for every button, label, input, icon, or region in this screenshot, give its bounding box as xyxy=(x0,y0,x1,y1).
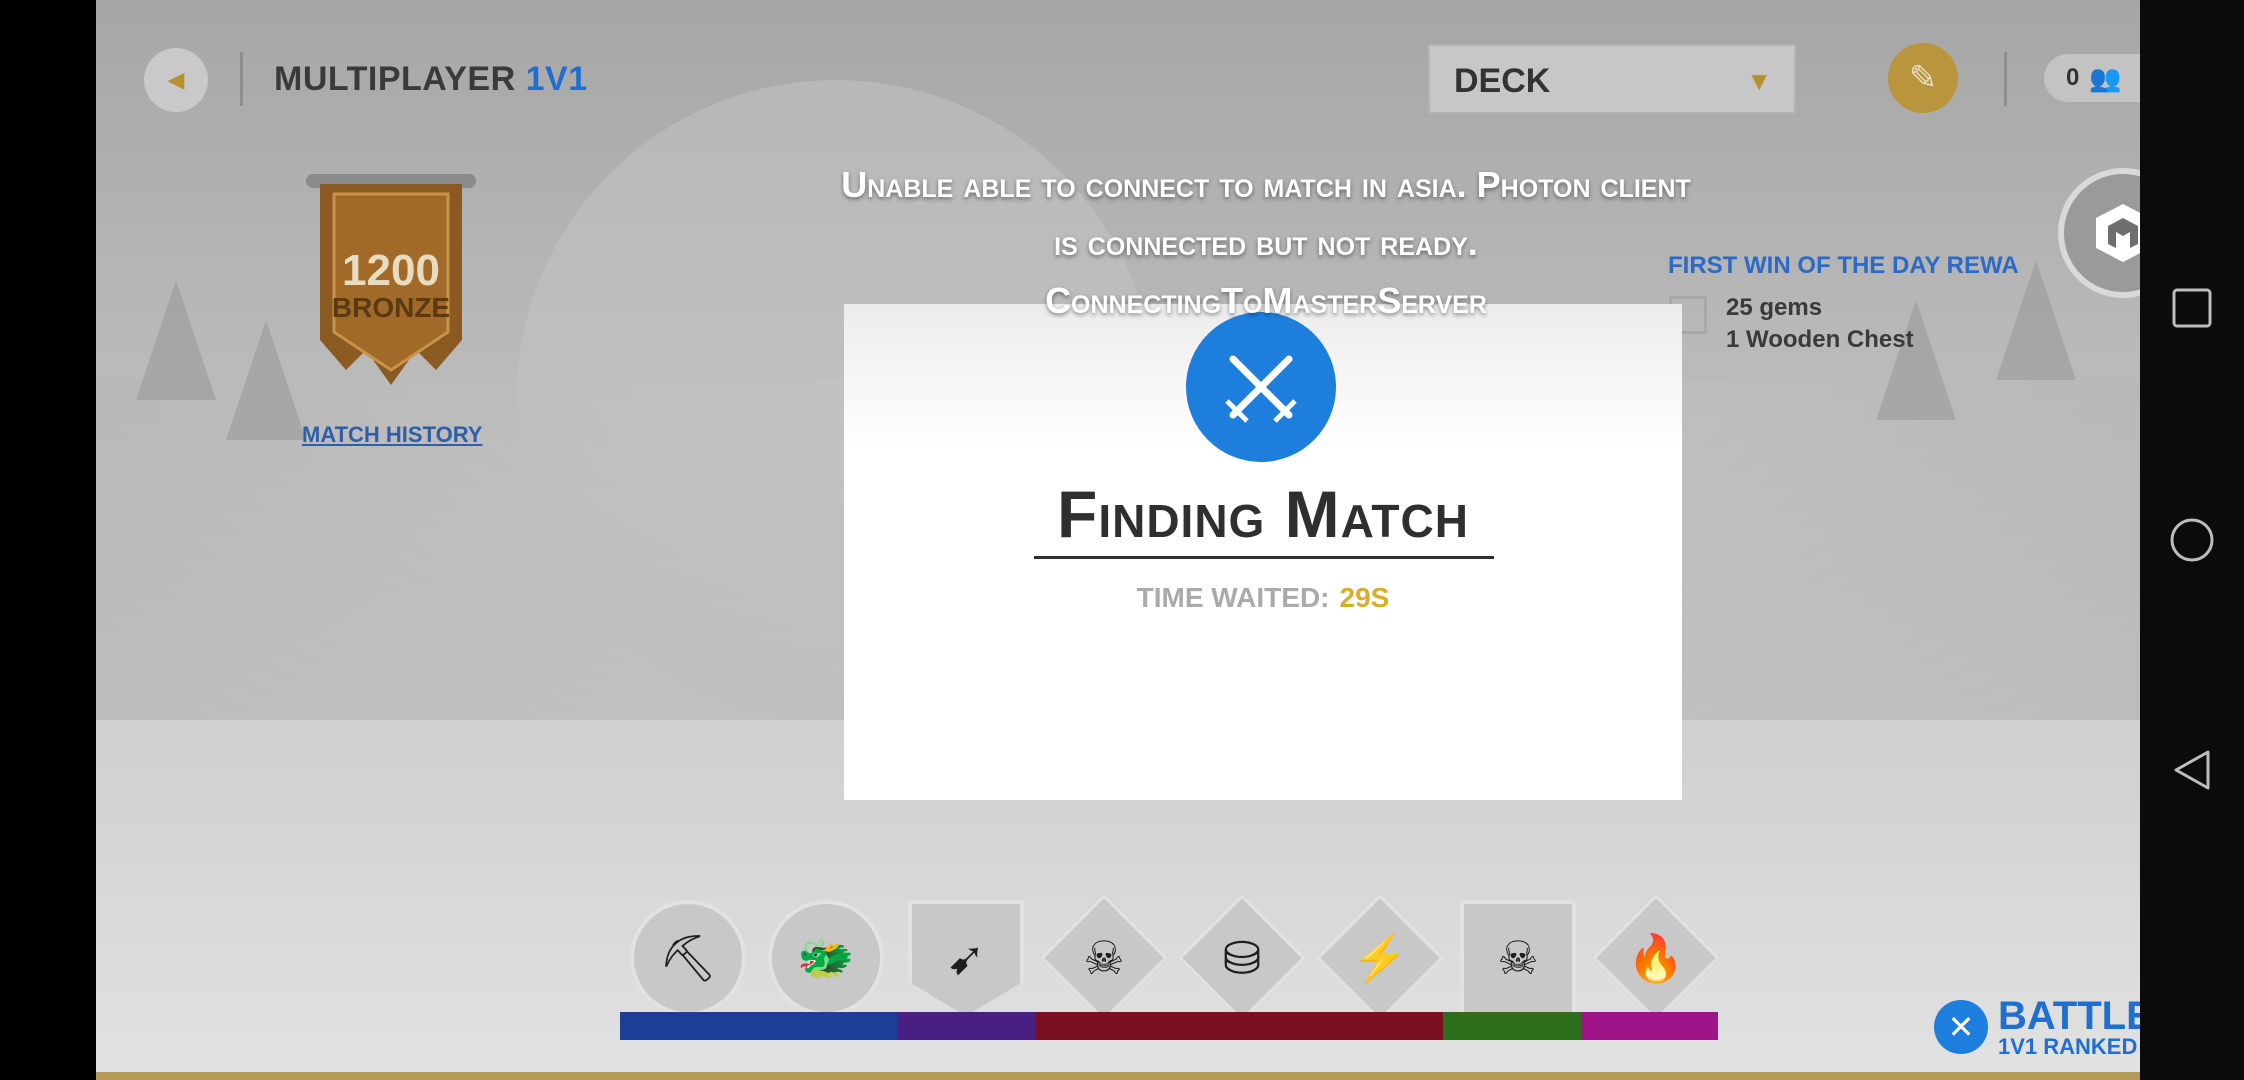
crossed-swords-badge xyxy=(1186,312,1336,462)
arrows-icon: ➹ xyxy=(946,932,986,984)
divider xyxy=(240,52,243,106)
home-icon[interactable] xyxy=(2168,516,2216,564)
card-lightning-arrow[interactable]: ⚡ xyxy=(1316,894,1444,1022)
elixir-segment xyxy=(1233,1012,1444,1040)
cube-logo-icon xyxy=(2096,204,2140,262)
card-fire-arrow[interactable]: 🔥 xyxy=(1592,894,1720,1022)
battle-sublabel: 1V1 RANKED xyxy=(1998,1034,2138,1059)
coins-icon: ⛁ xyxy=(1222,932,1262,984)
divider xyxy=(2004,52,2007,106)
friends-icon: 👥 xyxy=(2089,62,2122,93)
recents-icon[interactable] xyxy=(2168,284,2216,332)
mode-title-text: MULTIPLAYER xyxy=(274,60,516,98)
poison-bottle-icon: ☠ xyxy=(1497,932,1539,984)
friends-button[interactable]: 0 👥 xyxy=(2044,54,2140,102)
elixir-bar xyxy=(620,1012,1718,1040)
bottom-strip xyxy=(96,1072,2140,1080)
elixir-segment xyxy=(1035,1012,1234,1040)
card-arrows[interactable]: ➹ xyxy=(908,900,1024,1016)
time-waited-row: TIME WAITED: 29S xyxy=(844,582,1682,614)
game-screen: ◀ MULTIPLAYER 1V1 DECK ▼ ✎ 0 👥 1200 BRONZ… xyxy=(96,0,2140,1080)
elixir-segment xyxy=(896,1012,1036,1040)
elixir-segment xyxy=(1580,1012,1718,1040)
elixir-segment xyxy=(1443,1012,1581,1040)
deck-label: DECK xyxy=(1454,62,1551,100)
pencil-icon: ✎ xyxy=(1908,59,1938,97)
title-underline xyxy=(1034,556,1494,559)
card-poison[interactable]: ☠ xyxy=(1460,900,1576,1016)
system-nav-bar xyxy=(2140,0,2244,1080)
match-history-link[interactable]: MATCH HISTORY xyxy=(302,422,482,448)
back-icon[interactable] xyxy=(2168,746,2216,794)
battle-button[interactable]: ✕ BATTLE 1V1 RANKED xyxy=(1934,994,2140,1059)
crossed-swords-icon: ✕ xyxy=(1934,1000,1988,1054)
first-win-reward-chest: 1 Wooden Chest xyxy=(1726,326,1914,353)
edit-deck-button[interactable]: ✎ xyxy=(1888,43,1958,113)
background-tree xyxy=(136,280,216,400)
time-waited-value: 29S xyxy=(1339,582,1390,613)
mode-subtitle-text: 1V1 xyxy=(525,60,588,98)
card-pickaxe[interactable]: ⛏ xyxy=(630,900,746,1016)
chevron-down-icon: ▼ xyxy=(1746,66,1772,96)
rank-score: 1200 xyxy=(342,246,440,295)
card-skull-strike[interactable]: ☠ xyxy=(1040,894,1168,1022)
back-button[interactable]: ◀ xyxy=(144,48,208,112)
card-coins[interactable]: ⛁ xyxy=(1178,894,1306,1022)
page-title: MULTIPLAYER 1V1 xyxy=(274,60,588,99)
skull-icon: ☠ xyxy=(1083,932,1125,984)
pickaxe-icon: ⛏ xyxy=(658,931,718,984)
battle-label: BATTLE xyxy=(1998,994,2140,1038)
elixir-segment xyxy=(620,1012,897,1040)
connection-error-message: Unable able to connect to match in asia.… xyxy=(841,164,1691,321)
back-arrow-icon: ◀ xyxy=(167,67,185,92)
fire-arrow-icon: 🔥 xyxy=(1627,931,1685,984)
friends-count: 0 xyxy=(2066,64,2080,91)
card-dragon[interactable]: 🐲 xyxy=(768,900,884,1016)
dragon-head-icon: 🐲 xyxy=(797,931,855,984)
lightning-arrow-icon: ⚡ xyxy=(1351,931,1409,984)
finding-match-title: Finding Match xyxy=(1057,477,1469,551)
time-waited-label: TIME WAITED: xyxy=(1136,582,1330,613)
background-tree xyxy=(226,320,306,440)
crossed-swords-icon xyxy=(1225,355,1297,423)
deck-dropdown[interactable]: DECK ▼ xyxy=(1428,44,1796,114)
rank-tier: BRONZE xyxy=(331,292,451,323)
